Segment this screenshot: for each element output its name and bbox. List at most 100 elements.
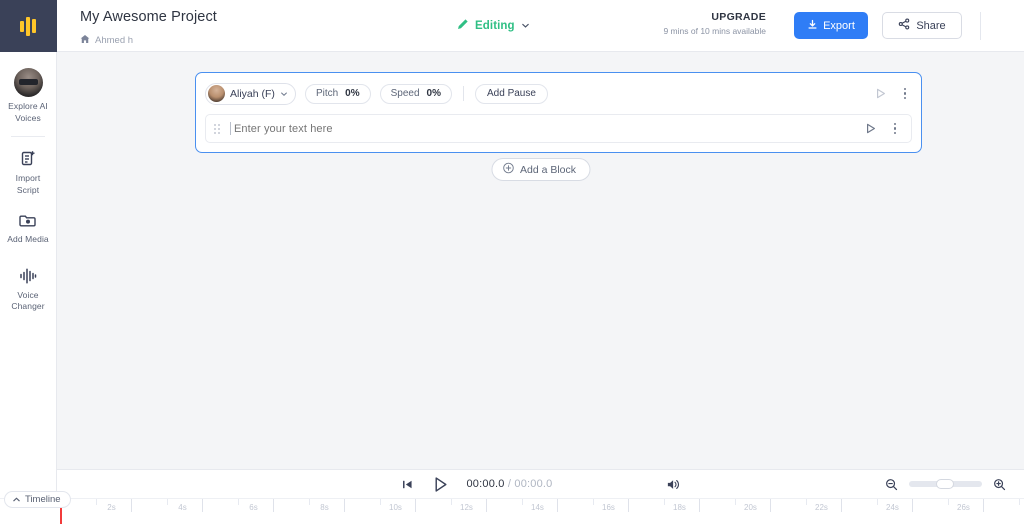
voice-avatar-icon [208, 85, 225, 102]
zoom-controls [885, 478, 1006, 491]
timeline-tick [841, 499, 842, 512]
sidebar-item-label-2: Changer [11, 301, 45, 311]
pencil-icon [457, 17, 469, 35]
timeline-tick-label: 26s [957, 503, 970, 512]
timeline-tick [770, 499, 771, 512]
timeline-toggle-button[interactable]: Timeline [4, 491, 71, 508]
add-media-icon [18, 210, 38, 230]
sidebar-item-label: Explore AI [8, 101, 48, 111]
drag-handle-icon[interactable] [214, 123, 220, 134]
voice-name-label: Aliyah (F) [230, 87, 275, 100]
plus-circle-icon [502, 161, 514, 179]
upgrade-info[interactable]: UPGRADE 9 mins of 10 mins available [663, 11, 766, 36]
timeline-panel: Timeline 2s 4s 6s 8s 10s 12s 14s 16s 18s 20s 22s 24… [0, 491, 1024, 524]
sidebar-item-label-2: Voices [15, 112, 41, 123]
sidebar-item-add-media[interactable]: Add Media [0, 202, 57, 252]
skip-to-start-icon[interactable] [400, 478, 413, 491]
timeline-tick [628, 499, 629, 512]
timeline-tick [557, 499, 558, 512]
zoom-in-icon[interactable] [993, 478, 1006, 491]
breadcrumb[interactable]: Ahmed h [80, 31, 133, 49]
editing-status-dropdown[interactable]: Editing [457, 17, 530, 35]
top-header: My Awesome Project Ahmed h Editing UPGRA… [57, 0, 1024, 52]
player-bar: 00:00.0 / 00:00.0 [57, 469, 1024, 498]
play-triangle-icon[interactable] [430, 475, 449, 494]
zoom-slider[interactable] [909, 479, 982, 489]
left-sidebar: Explore AI Voices Import Script Add Medi… [0, 0, 57, 524]
timeline-tick-label: 8s [320, 503, 329, 512]
timeline-tick [1018, 499, 1020, 505]
total-time: 00:00.0 [514, 478, 553, 490]
timeline-tick [912, 499, 913, 512]
add-block-label: Add a Block [519, 163, 577, 176]
timeline-ruler[interactable]: 2s 4s 6s 8s 10s 12s 14s 16s 18s 20s 22s 24s 26s [57, 499, 1024, 524]
waveform-bars-logo-icon [20, 16, 36, 36]
timeline-tick [95, 499, 97, 505]
speed-value: 0% [426, 88, 441, 99]
timeline-tick [344, 499, 345, 512]
home-icon [80, 31, 90, 49]
pitch-value: 0% [345, 88, 360, 99]
editing-status-label: Editing [475, 20, 515, 32]
timeline-tick [592, 499, 594, 505]
export-button[interactable]: Export [794, 12, 868, 39]
sidebar-item-label: Add Media [7, 234, 49, 244]
speed-control[interactable]: Speed 0% [379, 83, 452, 104]
timeline-tick-label: 14s [531, 503, 544, 512]
zoom-out-icon[interactable] [885, 478, 898, 491]
timeline-tick-label: 22s [815, 503, 828, 512]
script-text-input[interactable] [234, 122, 911, 135]
timeline-tick [983, 499, 984, 512]
text-caret [230, 122, 231, 135]
speed-label: Speed [390, 88, 420, 99]
timeline-tick [521, 499, 523, 505]
timeline-tick [166, 499, 168, 505]
add-pause-button[interactable]: Add Pause [475, 83, 548, 104]
share-button[interactable]: Share [882, 12, 962, 39]
chevron-up-icon [12, 491, 21, 509]
add-pause-label: Add Pause [487, 88, 536, 99]
sidebar-item-label: Import [15, 173, 41, 183]
timeline-tick-label: 20s [744, 503, 757, 512]
timeline-tick-label: 2s [107, 503, 116, 512]
text-row-actions [864, 122, 902, 136]
timeline-toggle-label: Timeline [25, 494, 61, 505]
script-text-row[interactable] [205, 114, 912, 143]
chevron-down-icon [521, 17, 530, 35]
sidebar-item-voice-changer[interactable]: Voice Changer [0, 258, 57, 319]
sidebar-item-label: Voice [17, 289, 39, 300]
voice-selector[interactable]: Aliyah (F) [205, 82, 296, 105]
sidebar-item-explore-ai-voices[interactable]: Explore AI Voices [0, 60, 57, 130]
chevron-down-icon [280, 85, 288, 103]
timeline-tick [202, 499, 203, 512]
volume-icon[interactable] [666, 477, 681, 492]
play-outline-icon[interactable] [864, 122, 878, 136]
add-block-button[interactable]: Add a Block [490, 158, 591, 181]
timeline-tick [308, 499, 310, 505]
timeline-tick [237, 499, 239, 505]
timeline-tick [450, 499, 452, 505]
script-block[interactable]: Aliyah (F) Pitch 0% Speed 0% Add Pause E… [195, 72, 922, 153]
timeline-tick [734, 499, 736, 505]
share-icon [898, 18, 910, 33]
pitch-control[interactable]: Pitch 0% [304, 83, 371, 104]
share-button-label: Share [916, 19, 946, 32]
timeline-tick-label: 4s [178, 503, 187, 512]
app-logo[interactable] [0, 0, 57, 52]
zoom-slider-handle[interactable] [936, 479, 954, 489]
player-controls: 00:00.0 / 00:00.0 [400, 475, 680, 494]
more-vertical-icon[interactable] [888, 122, 902, 136]
play-outline-icon[interactable] [874, 87, 888, 101]
time-separator: / [507, 478, 512, 490]
sidebar-item-import-script[interactable]: Import Script [0, 141, 57, 202]
timeline-tick-label: 18s [673, 503, 686, 512]
app-root: Explore AI Voices Import Script Add Medi… [0, 0, 1024, 524]
voice-changer-icon [18, 266, 38, 286]
upgrade-title: UPGRADE [711, 11, 766, 23]
timeline-tick [379, 499, 381, 505]
timeline-tick-label: 24s [886, 503, 899, 512]
block-toolbar-actions [874, 87, 912, 101]
current-time: 00:00.0 [466, 478, 505, 490]
timeline-tick [486, 499, 487, 512]
more-vertical-icon[interactable] [898, 87, 912, 101]
